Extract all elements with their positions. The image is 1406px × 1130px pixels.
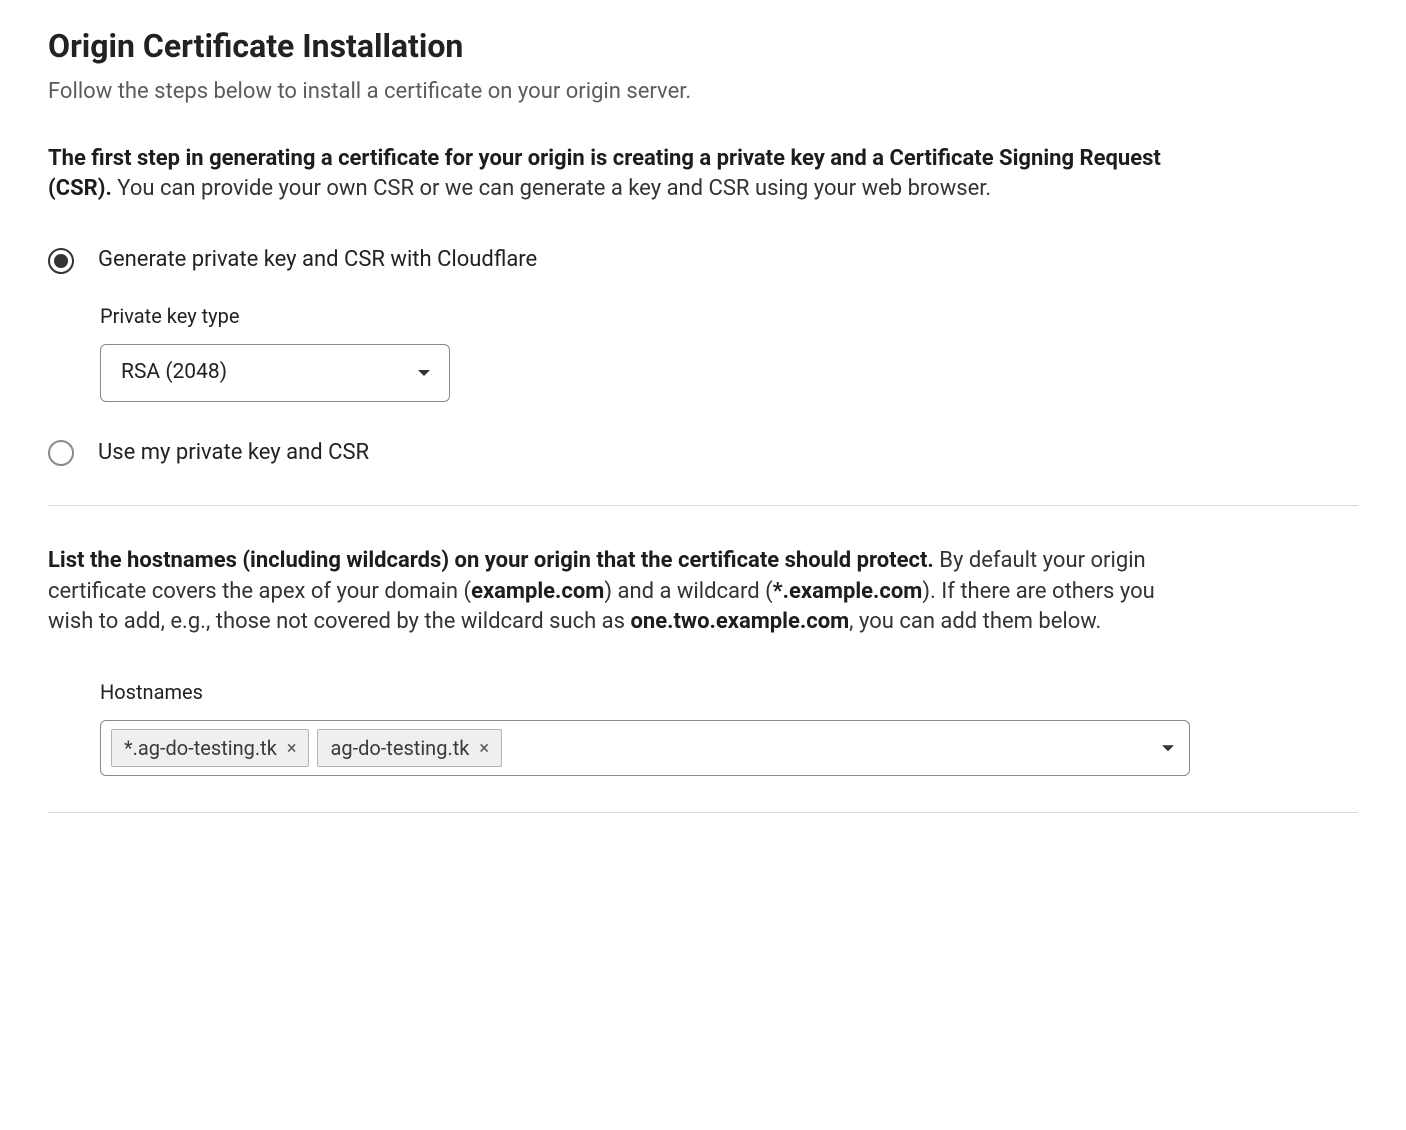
step2-rest-d: , you can add them below. — [849, 609, 1101, 634]
step2-bold-a: List the hostnames (including wildcards)… — [48, 548, 934, 573]
hostnames-input[interactable]: *.ag-do-testing.tk × ag-do-testing.tk × — [100, 720, 1190, 776]
step1-description: The first step in generating a certifica… — [48, 144, 1188, 206]
chevron-down-icon[interactable] — [1161, 733, 1175, 762]
step2-bold-d: one.two.example.com — [630, 609, 849, 634]
hostname-chip[interactable]: *.ag-do-testing.tk × — [111, 729, 309, 767]
step1-rest: You can provide your own CSR or we can g… — [112, 176, 991, 201]
step2-description: List the hostnames (including wildcards)… — [48, 546, 1188, 638]
step2-rest-b: ) and a wildcard ( — [604, 579, 772, 604]
hostname-chip-text: *.ag-do-testing.tk — [124, 734, 277, 762]
remove-chip-icon[interactable]: × — [479, 736, 489, 761]
remove-chip-icon[interactable]: × — [287, 736, 297, 761]
radio-use-own-csr-label: Use my private key and CSR — [98, 438, 369, 469]
radio-use-own-csr[interactable] — [48, 440, 74, 466]
divider — [48, 812, 1358, 813]
page-subtitle: Follow the steps below to install a cert… — [48, 77, 1358, 108]
private-key-type-value: RSA (2048) — [121, 358, 227, 387]
hostnames-label: Hostnames — [100, 678, 1358, 706]
radio-generate-csr[interactable] — [48, 248, 74, 274]
step2-bold-b: example.com — [471, 579, 604, 604]
chevron-down-icon — [417, 368, 431, 378]
step2-bold-c: *.example.com — [773, 579, 923, 604]
private-key-type-label: Private key type — [100, 302, 1358, 330]
radio-generate-csr-label: Generate private key and CSR with Cloudf… — [98, 245, 537, 276]
divider — [48, 505, 1358, 506]
hostname-chip[interactable]: ag-do-testing.tk × — [317, 729, 502, 767]
private-key-type-select[interactable]: RSA (2048) — [100, 344, 450, 402]
page-title: Origin Certificate Installation — [48, 24, 1358, 69]
hostname-chip-text: ag-do-testing.tk — [330, 734, 469, 762]
